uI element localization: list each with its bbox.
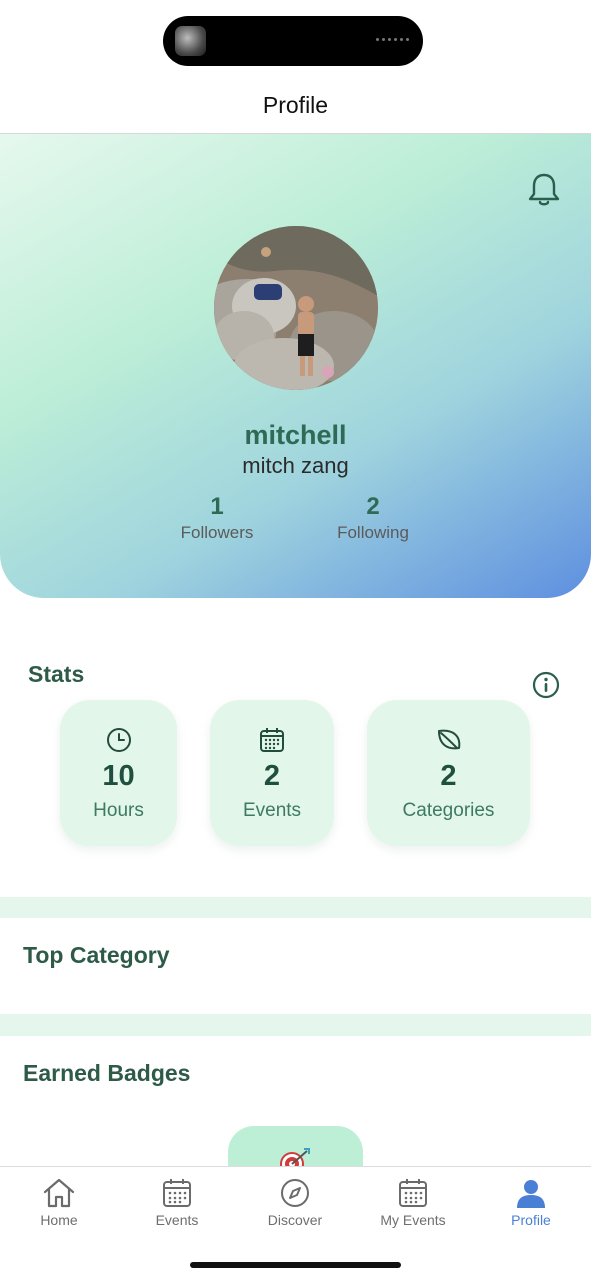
tab-home[interactable]: Home [0, 1177, 118, 1228]
notification-bell-icon[interactable] [527, 172, 561, 208]
top-category-section: Top Category [0, 918, 591, 1014]
stats-section: Stats 10 Hours 2 Events 2 Categories [0, 631, 591, 897]
calendar-icon [163, 1179, 191, 1207]
followers-count: 1 [210, 493, 224, 520]
home-icon [43, 1178, 75, 1208]
audio-waveform-icon [376, 38, 409, 41]
tab-my-events[interactable]: My Events [354, 1177, 472, 1228]
stat-label: Events [242, 800, 302, 821]
tab-label: Discover [267, 1212, 323, 1228]
calendar-icon [260, 728, 284, 752]
page-title: Profile [262, 92, 329, 118]
stat-card-categories: 2 Categories [367, 700, 530, 846]
tab-events[interactable]: Events [118, 1177, 236, 1228]
followers-stat[interactable]: 1 Followers [147, 493, 287, 543]
dynamic-island [163, 16, 423, 66]
tab-profile[interactable]: Profile [472, 1177, 590, 1228]
following-label: Following [337, 523, 409, 542]
now-playing-thumbnail [175, 26, 206, 56]
stat-value: 2 [440, 760, 457, 792]
tab-label: Home [40, 1212, 78, 1228]
following-stat[interactable]: 2 Following [303, 493, 443, 543]
leaf-icon [437, 729, 460, 750]
tab-discover[interactable]: Discover [236, 1177, 354, 1228]
stats-heading: Stats [28, 661, 85, 687]
target-arrow-icon [280, 1148, 310, 1166]
calendar-icon [399, 1179, 427, 1207]
username: mitchell [244, 420, 347, 450]
section-separator [0, 1014, 591, 1036]
earned-badges-heading: Earned Badges [23, 1060, 191, 1086]
section-separator [0, 897, 591, 918]
stat-value: 10 [102, 760, 135, 792]
tab-label: Events [155, 1212, 199, 1228]
following-count: 2 [366, 493, 380, 520]
top-category-heading: Top Category [23, 942, 170, 968]
tab-label: Profile [511, 1212, 551, 1228]
compass-icon [281, 1179, 309, 1207]
clock-icon [106, 728, 131, 752]
stat-label: Hours [93, 800, 144, 821]
stat-value: 2 [263, 760, 281, 792]
full-name: mitch zang [242, 453, 349, 478]
stat-card-events: 2 Events [210, 700, 334, 846]
followers-label: Followers [180, 523, 254, 542]
earned-badges-section: Earned Badges [0, 1036, 591, 1166]
tab-label: My Events [380, 1212, 446, 1228]
badge-tile[interactable] [228, 1126, 363, 1166]
stat-card-hours: 10 Hours [60, 700, 177, 846]
info-icon[interactable] [532, 671, 560, 699]
profile-avatar[interactable] [214, 226, 378, 390]
home-indicator[interactable] [190, 1262, 401, 1268]
stat-label: Categories [402, 800, 495, 821]
person-icon [517, 1180, 545, 1208]
